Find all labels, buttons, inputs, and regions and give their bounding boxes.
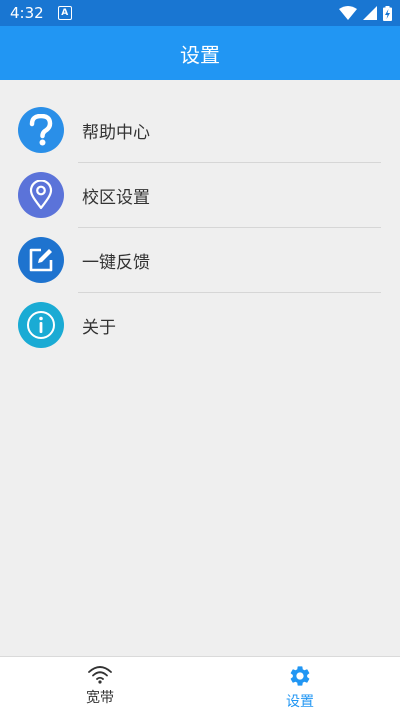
cell-signal-icon (363, 6, 377, 20)
wifi-signal-icon (339, 6, 357, 20)
tab-settings[interactable]: 设置 (200, 657, 400, 712)
tab-broadband[interactable]: 宽带 (0, 657, 200, 712)
menu-item-label: 校区设置 (82, 188, 150, 208)
tab-label: 宽带 (86, 690, 114, 706)
location-pin-icon (18, 172, 64, 218)
menu-item-label: 帮助中心 (82, 123, 150, 143)
menu-item-help-center[interactable]: 帮助中心 (0, 98, 400, 163)
status-time: 4:32 (10, 4, 44, 22)
bottom-navigation: 宽带 设置 (0, 656, 400, 712)
menu-item-feedback[interactable]: 一键反馈 (0, 228, 400, 293)
settings-menu: 帮助中心 校区设置 一键反馈 关于 (0, 98, 400, 358)
app-bar: 设置 (0, 26, 400, 80)
menu-item-label: 一键反馈 (82, 253, 150, 273)
wifi-icon (88, 666, 112, 684)
menu-item-campus-settings[interactable]: 校区设置 (0, 163, 400, 228)
menu-item-about[interactable]: 关于 (0, 293, 400, 358)
status-bar: 4:32 A (0, 0, 400, 26)
tab-label: 设置 (286, 694, 314, 710)
page-title: 设置 (180, 42, 220, 67)
menu-item-label: 关于 (82, 318, 116, 338)
edit-feedback-icon (18, 237, 64, 283)
battery-charging-icon (383, 5, 392, 21)
info-icon (18, 302, 64, 348)
help-question-icon (18, 107, 64, 153)
gear-icon (290, 666, 310, 686)
notification-a-icon: A (57, 6, 72, 20)
